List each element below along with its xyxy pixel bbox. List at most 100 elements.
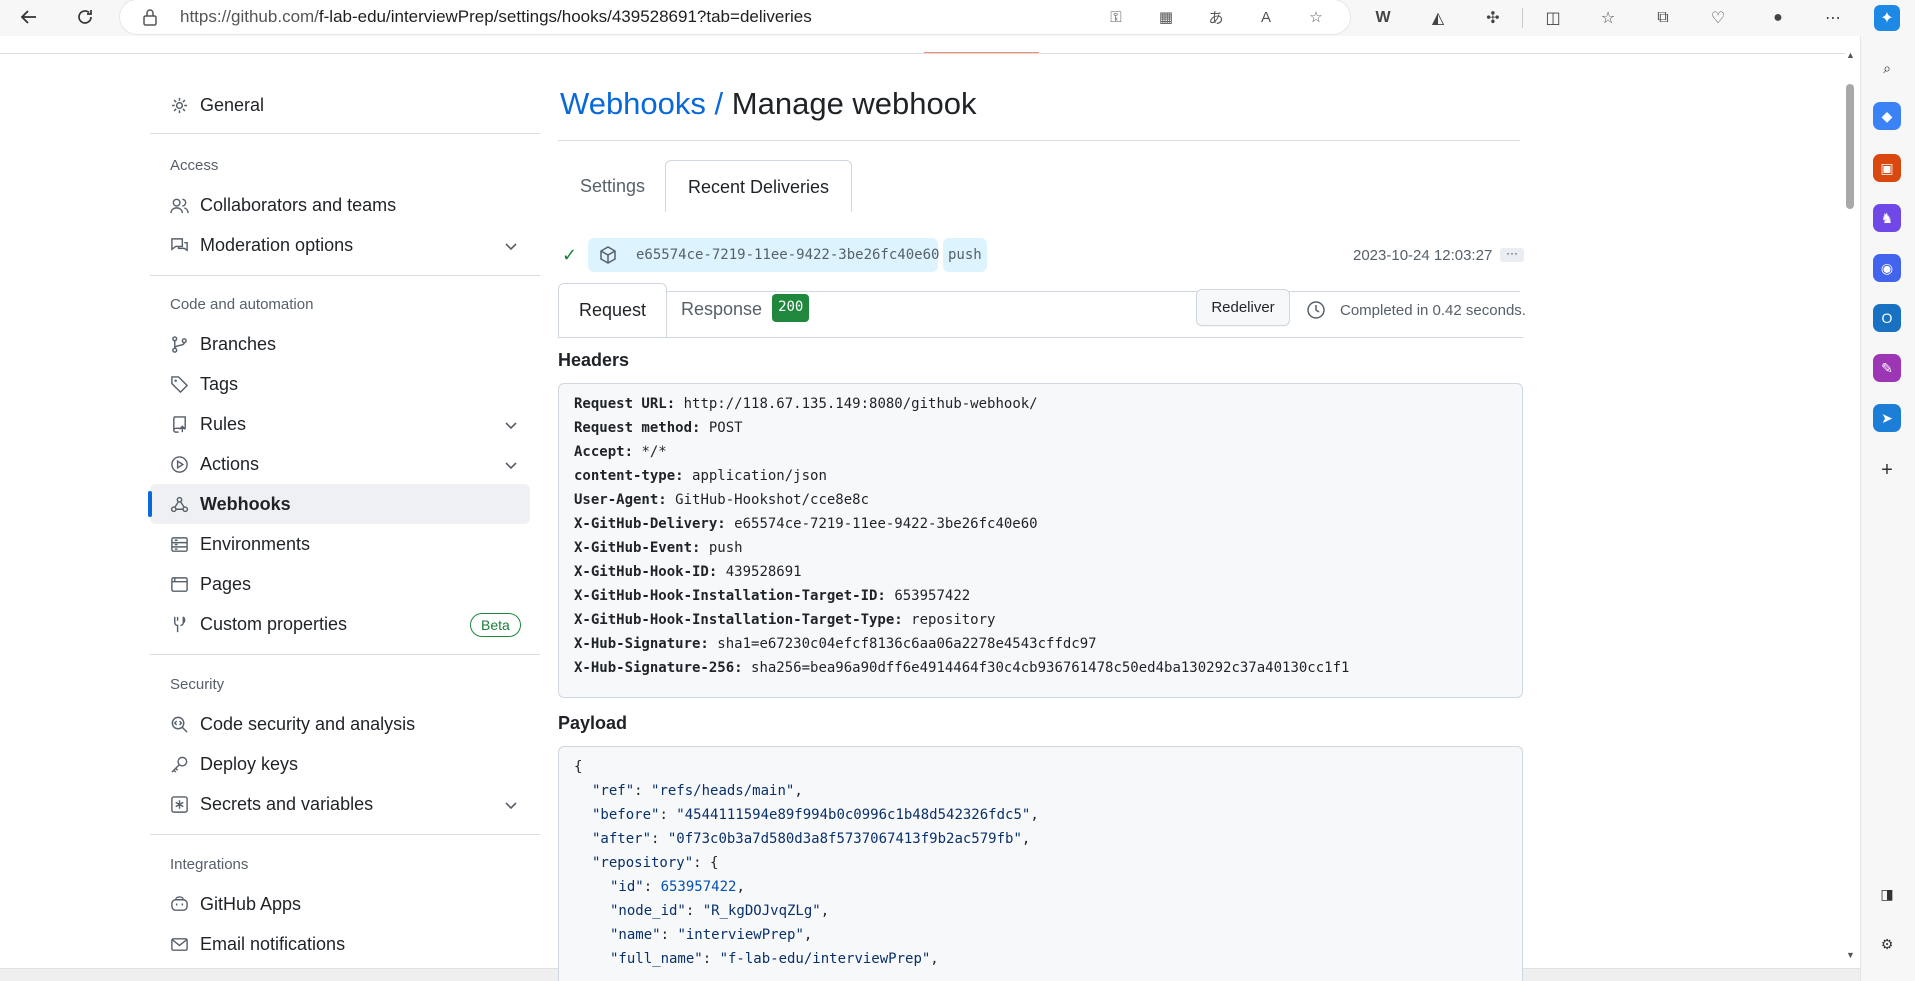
chevron-down-icon (505, 802, 517, 810)
sidebar-item-branches[interactable]: Branches (150, 324, 530, 364)
tab-settings[interactable]: Settings (558, 160, 667, 212)
event-badge: push (943, 238, 987, 272)
scrollbar[interactable]: ▲ ▼ (1843, 48, 1857, 968)
wikipedia-extension-icon[interactable]: W (1370, 5, 1396, 31)
sidebar-item-email-notifications[interactable]: Email notifications (150, 924, 530, 964)
sidebar-item-environments[interactable]: Environments (150, 524, 530, 564)
payload-block: { "ref": "refs/heads/main", "before": "4… (558, 746, 1523, 981)
webhook-icon (170, 496, 189, 513)
scroll-thumb[interactable] (1846, 84, 1854, 209)
search-icon[interactable]: ⌕ (1873, 54, 1901, 82)
designer-icon[interactable]: ✎ (1873, 354, 1901, 382)
outlook-icon[interactable]: O (1873, 304, 1901, 332)
payload-line: { (574, 759, 583, 775)
sidebar-item-github-apps[interactable]: GitHub Apps (150, 884, 530, 924)
gear-icon[interactable]: ⚙ (1873, 930, 1901, 958)
payload-line: "after": "0f73c0b3a7d580d3a8f5737067413f… (592, 831, 1031, 847)
more-options-icon[interactable]: ⋯ (1820, 5, 1846, 31)
sidebar-item-label: Pages (200, 574, 252, 594)
microsoft365-icon[interactable]: ◉ (1873, 254, 1901, 282)
collections-icon[interactable]: ⧉ (1650, 5, 1676, 31)
app-grid-icon[interactable]: ▦ (1155, 6, 1177, 28)
delivery-row[interactable]: ✓ e65574ce-7219-11ee-9422-3be26fc40e60 p… (558, 238, 1524, 272)
tab-response[interactable]: Response 200 (661, 283, 829, 338)
delivery-guid-badge[interactable]: e65574ce-7219-11ee-9422-3be26fc40e60 (588, 238, 940, 272)
section-heading-code-automation: Code and automation (170, 296, 314, 313)
add-icon[interactable]: + (1873, 456, 1901, 484)
payload-line: "name": "interviewPrep", (610, 927, 813, 943)
sidebar-item-webhooks[interactable]: Webhooks (148, 484, 530, 524)
payload-line: "full_name": "f-lab-edu/interviewPrep", (610, 951, 939, 967)
tag-icon (171, 376, 189, 394)
breadcrumb-webhooks[interactable]: Webhooks (560, 86, 706, 121)
sidebar-item-label: Deploy keys (200, 754, 299, 774)
sidebar-item-label: Collaborators and teams (200, 195, 397, 215)
payload-line: "repository": { (592, 855, 719, 871)
sidebar-item-rules[interactable]: Rules (150, 404, 530, 444)
sidebar-item-custom-properties[interactable]: Custom properties Beta (150, 604, 530, 644)
tab-recent-deliveries[interactable]: Recent Deliveries (665, 160, 853, 212)
tab-request[interactable]: Request (558, 283, 668, 338)
headers-block: Request URL: http://118.67.135.149:8080/… (558, 383, 1523, 698)
sidebar-item-collaborators[interactable]: Collaborators and teams (150, 185, 530, 225)
more-button[interactable]: ··· (1500, 247, 1524, 262)
asterisk-box-icon (171, 796, 188, 813)
sidebar-toggle-icon[interactable]: ◨ (1873, 880, 1901, 908)
delivery-guid: e65574ce-7219-11ee-9422-3be26fc40e60 (636, 247, 940, 263)
sidebar-item-secrets[interactable]: Secrets and variables (150, 784, 530, 824)
extensions-puzzle-icon[interactable]: ✣ (1480, 5, 1506, 31)
profile-avatar-icon[interactable]: ● (1765, 5, 1791, 31)
payload-line: "id": 653957422, (610, 879, 745, 895)
browser-toolbar: https://github.com/f-lab-edu/interviewPr… (0, 0, 1915, 36)
redeliver-button[interactable]: Redeliver (1196, 289, 1290, 326)
copilot-icon[interactable]: ✦ (1874, 5, 1900, 31)
shopping-tag-icon[interactable]: ◆ (1873, 102, 1901, 130)
check-icon: ✓ (562, 245, 578, 265)
page-title-text: Manage webhook (731, 86, 977, 121)
payload-line: "node_id": "R_kgDOJvqZLg", (610, 903, 830, 919)
tools-briefcase-icon[interactable]: ▣ (1873, 154, 1901, 182)
header-line: X-GitHub-Hook-Installation-Target-Type: … (574, 612, 996, 628)
sidebar-item-code-security[interactable]: Code security and analysis (150, 704, 530, 744)
scroll-up-icon[interactable]: ▲ (1846, 50, 1855, 60)
back-button[interactable] (14, 2, 44, 32)
sidebar-item-deploy-keys[interactable]: Deploy keys (150, 744, 530, 784)
section-heading-access: Access (170, 157, 219, 174)
sidebar-item-actions[interactable]: Actions (150, 444, 530, 484)
refresh-button[interactable] (70, 2, 100, 32)
favorite-star-icon[interactable]: ☆ (1305, 6, 1327, 28)
send-icon[interactable]: ➤ (1873, 404, 1901, 432)
lock-icon (143, 9, 157, 26)
read-aloud-icon[interactable]: A (1255, 6, 1277, 28)
header-line: Accept: */* (574, 444, 667, 460)
beta-badge: Beta (470, 613, 521, 637)
chevron-down-icon (505, 462, 517, 470)
sidebar-item-label: Branches (200, 334, 277, 354)
sidebar-item-tags[interactable]: Tags (150, 364, 530, 404)
sidebar-item-label: Environments (200, 534, 311, 554)
address-bar[interactable]: https://github.com/f-lab-edu/interviewPr… (120, 0, 1350, 34)
sidebar-item-pages[interactable]: Pages (150, 564, 530, 604)
split-screen-icon[interactable]: ◫ (1540, 5, 1566, 31)
translate-icon[interactable]: あ (1205, 6, 1227, 28)
sidebar-item-general[interactable]: General (150, 85, 530, 125)
section-heading-integrations: Integrations (170, 856, 249, 873)
header-line: Request URL: http://118.67.135.149:8080/… (574, 396, 1038, 412)
comment-discussion-icon (171, 238, 188, 252)
header-line: X-Hub-Signature-256: sha256=bea96a90dff6… (574, 660, 1350, 676)
chevron-down-icon (505, 422, 517, 430)
payload-line: "ref": "refs/heads/main", (592, 783, 803, 799)
games-chess-icon[interactable]: ♞ (1873, 204, 1901, 232)
sidebar-item-moderation[interactable]: Moderation options (150, 225, 530, 265)
favorites-icon[interactable]: ☆ (1595, 5, 1621, 31)
sidebar-item-label: Code security and analysis (200, 714, 416, 734)
browser-health-icon[interactable]: ♡ (1705, 5, 1731, 31)
key-icon[interactable]: ⚿ (1105, 6, 1127, 28)
header-line: content-type: application/json (574, 468, 827, 484)
payload-line: "before": "4544111594e89f994b0c0996c1b48… (592, 807, 1039, 823)
scroll-down-icon[interactable]: ▼ (1846, 950, 1855, 960)
git-branch-icon (172, 336, 187, 353)
arrow-left-icon (20, 10, 36, 24)
header-line: X-Hub-Signature: sha1=e67230c04efcf8136c… (574, 636, 1097, 652)
extension-rocket-icon[interactable]: ◭ (1425, 5, 1451, 31)
